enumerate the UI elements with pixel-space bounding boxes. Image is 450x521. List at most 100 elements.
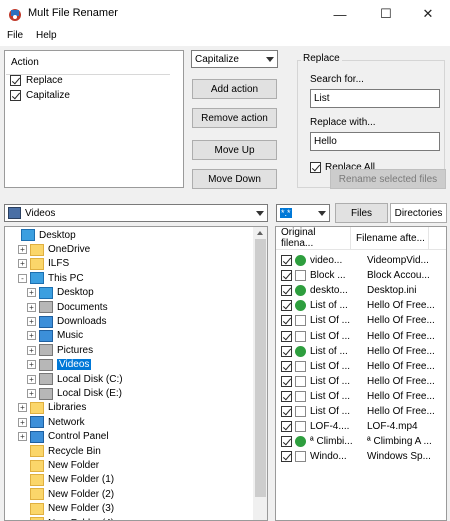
tree-item[interactable]: + Downloads	[27, 314, 106, 328]
expand-icon[interactable]: +	[18, 259, 27, 269]
music-icon	[39, 329, 53, 342]
expand-icon[interactable]: +	[27, 360, 36, 370]
file-row[interactable]: deskto... Desktop.ini	[276, 283, 446, 298]
file-row[interactable]: video... VideompVid...	[276, 253, 446, 268]
tree-item[interactable]: New Folder (3)	[18, 502, 114, 516]
tree-item[interactable]: New Folder	[18, 458, 99, 472]
rename-selected-button[interactable]: Rename selected files	[330, 169, 446, 189]
action-item-capitalize[interactable]: Capitalize	[10, 90, 70, 101]
file-checkbox[interactable]	[281, 451, 292, 463]
tree-item[interactable]: New Folder (1)	[18, 473, 114, 487]
expand-icon[interactable]: +	[27, 345, 36, 355]
file-row[interactable]: ª Climbi... ª Climbing A ...	[276, 434, 446, 449]
file-row[interactable]: LOF-4.... LOF-4.mp4	[276, 419, 446, 434]
green-check-icon	[295, 255, 306, 267]
close-button[interactable]: ✕	[406, 0, 450, 28]
file-checkbox[interactable]	[281, 421, 292, 433]
tree-item[interactable]: + Documents	[27, 300, 108, 314]
expand-icon[interactable]: +	[27, 317, 36, 327]
file-checkbox[interactable]	[281, 300, 292, 312]
action-type-value: Capitalize	[195, 53, 239, 65]
header-original[interactable]: Original filena...	[276, 227, 351, 249]
action-item-replace[interactable]: Replace	[10, 75, 63, 86]
file-row[interactable]: List Of ... Hello Of Free...	[276, 389, 446, 404]
move-down-button[interactable]: Move Down	[192, 169, 277, 189]
header-after[interactable]: Filename afte...	[351, 227, 429, 249]
minimize-button[interactable]: —	[318, 0, 362, 28]
tree-item[interactable]: + Local Disk (E:)	[27, 386, 122, 400]
expand-icon[interactable]: +	[27, 331, 36, 341]
maximize-button[interactable]: ☐	[364, 0, 408, 28]
menu-help[interactable]: Help	[36, 30, 57, 41]
add-action-button[interactable]: Add action	[192, 79, 277, 99]
scroll-thumb[interactable]	[255, 239, 266, 497]
expand-icon[interactable]: +	[27, 389, 36, 399]
file-checkbox[interactable]	[281, 270, 292, 282]
replace-input[interactable]: Hello	[310, 132, 440, 151]
scroll-up-icon[interactable]	[257, 231, 263, 235]
action-item-label: Replace	[26, 75, 63, 86]
replace-all-checkbox[interactable]	[310, 162, 321, 173]
menu-file[interactable]: File	[7, 30, 23, 41]
replace-label: Replace with...	[310, 117, 376, 128]
file-row[interactable]: List Of ... Hello Of Free...	[276, 313, 446, 328]
move-up-button[interactable]: Move Up	[192, 140, 277, 160]
maximize-icon: ☐	[380, 6, 392, 21]
filter-select[interactable]: *.*	[276, 204, 330, 222]
file-row[interactable]: Block ... Block Accou...	[276, 268, 446, 283]
file-row[interactable]: List of ... Hello Of Free...	[276, 298, 446, 313]
file-checkbox[interactable]	[281, 375, 292, 387]
tree-item[interactable]: - This PC	[18, 271, 84, 285]
tree-item[interactable]: + Control Panel	[18, 430, 109, 444]
file-checkbox[interactable]	[281, 360, 292, 372]
tree-item[interactable]: + Pictures	[27, 343, 93, 357]
action-type-select[interactable]: Capitalize	[191, 50, 278, 68]
folder-select[interactable]: Videos	[4, 204, 268, 222]
file-checkbox[interactable]	[281, 315, 292, 327]
file-checkbox[interactable]	[281, 390, 292, 402]
tree-item[interactable]: New Folder (4)	[18, 516, 114, 520]
expand-icon[interactable]: +	[18, 417, 27, 427]
file-row[interactable]: List Of ... Hello Of Free...	[276, 329, 446, 344]
folder-tree-items: Desktop + OneDrive + ILFS - This PC + Desktop + Do…	[5, 227, 253, 520]
collapse-icon[interactable]: -	[18, 273, 27, 283]
action-replace-checkbox[interactable]	[10, 75, 21, 86]
tree-item[interactable]: Recycle Bin	[18, 444, 101, 458]
tree-item[interactable]: + Music	[27, 329, 83, 343]
expand-icon[interactable]: +	[27, 288, 36, 298]
tree-item[interactable]: New Folder (2)	[18, 487, 114, 501]
tab-directories[interactable]: Directories	[390, 203, 447, 223]
expand-icon[interactable]: +	[27, 302, 36, 312]
tree-item[interactable]: Desktop	[9, 228, 76, 242]
file-checkbox[interactable]	[281, 345, 292, 357]
file-checkbox[interactable]	[281, 406, 292, 418]
tree-item-label: Pictures	[57, 344, 94, 356]
tree-item[interactable]: + Local Disk (C:)	[27, 372, 123, 386]
expand-icon[interactable]: +	[18, 432, 27, 442]
tree-item[interactable]: + OneDrive	[18, 242, 90, 256]
file-checkbox[interactable]	[281, 285, 292, 297]
action-capitalize-checkbox[interactable]	[10, 90, 21, 101]
remove-action-button[interactable]: Remove action	[192, 108, 277, 128]
expand-icon[interactable]: +	[18, 245, 27, 255]
window-title: Mult File Renamer	[28, 7, 118, 19]
file-checkbox[interactable]	[281, 255, 292, 267]
tree-item[interactable]: + Network	[18, 415, 85, 429]
file-row[interactable]: List Of ... Hello Of Free...	[276, 374, 446, 389]
tree-item[interactable]: + Libraries	[18, 401, 86, 415]
tree-scrollbar[interactable]	[253, 227, 267, 520]
tree-item[interactable]: + ILFS	[18, 257, 69, 271]
file-row[interactable]: Windo... Windows Sp...	[276, 449, 446, 464]
tree-item[interactable]: + Videos	[27, 358, 92, 372]
file-row[interactable]: List of ... Hello Of Free...	[276, 344, 446, 359]
search-input[interactable]: List	[310, 89, 440, 108]
file-row[interactable]: List Of ... Hello Of Free...	[276, 359, 446, 374]
file-checkbox[interactable]	[281, 330, 292, 342]
expand-icon[interactable]: +	[18, 403, 27, 413]
tree-item[interactable]: + Desktop	[27, 286, 94, 300]
expand-icon[interactable]: +	[27, 374, 36, 384]
file-checkbox[interactable]	[281, 436, 292, 448]
tab-files[interactable]: Files	[335, 203, 388, 223]
file-row[interactable]: List Of ... Hello Of Free...	[276, 404, 446, 419]
pictures-icon	[39, 344, 53, 357]
